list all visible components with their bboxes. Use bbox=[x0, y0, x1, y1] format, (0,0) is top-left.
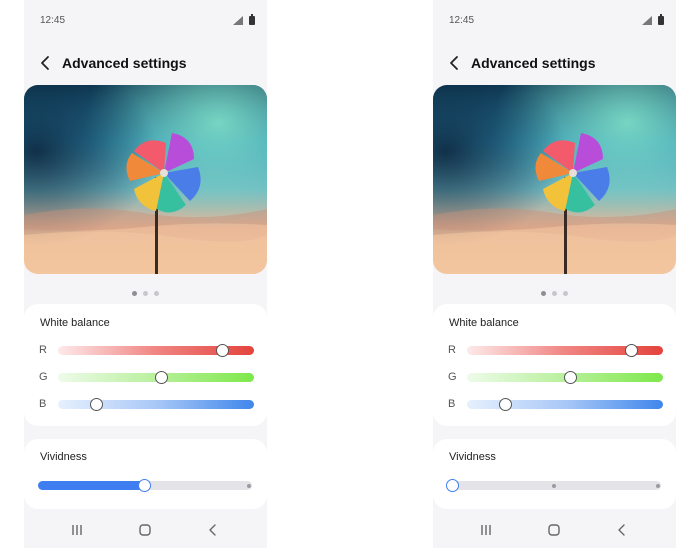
blue-slider-thumb[interactable] bbox=[90, 397, 104, 411]
red-slider[interactable] bbox=[58, 343, 254, 357]
vividness-stop-dot bbox=[655, 483, 660, 488]
green-slider-thumb[interactable] bbox=[154, 370, 168, 384]
pager-dot[interactable] bbox=[154, 291, 159, 296]
channel-label-r: R bbox=[448, 344, 456, 356]
header: Advanced settings bbox=[24, 52, 267, 74]
pager-dot[interactable] bbox=[143, 291, 148, 296]
navigation-bar bbox=[24, 519, 267, 541]
blue-slider[interactable] bbox=[467, 397, 663, 411]
vividness-slider-thumb[interactable] bbox=[446, 478, 460, 492]
pager-dots bbox=[24, 283, 267, 296]
white-balance-card: White balance R G B bbox=[24, 304, 267, 426]
status-time: 12:45 bbox=[449, 15, 475, 26]
signal-icon bbox=[642, 16, 652, 25]
vividness-stop-dot bbox=[552, 483, 556, 488]
back-arrow-icon[interactable] bbox=[38, 55, 54, 71]
slider-row-b: B bbox=[24, 396, 267, 414]
pager-dot[interactable] bbox=[541, 291, 546, 296]
pager-dot[interactable] bbox=[552, 291, 557, 296]
home-icon[interactable] bbox=[135, 522, 155, 538]
status-bar: 12:45 bbox=[24, 10, 267, 30]
back-icon[interactable] bbox=[203, 522, 223, 538]
page-title: Advanced settings bbox=[62, 55, 187, 71]
phone-screen-right: 12:45 Advanced settings White balance R … bbox=[433, 0, 676, 548]
home-icon[interactable] bbox=[544, 522, 564, 538]
channel-label-g: G bbox=[448, 371, 457, 383]
pager-dot[interactable] bbox=[563, 291, 568, 296]
status-time: 12:45 bbox=[40, 15, 66, 26]
signal-icon bbox=[233, 16, 243, 25]
slider-row-b: B bbox=[433, 396, 676, 414]
channel-label-r: R bbox=[39, 344, 47, 356]
blue-slider[interactable] bbox=[58, 397, 254, 411]
navigation-bar bbox=[433, 519, 676, 541]
vividness-label: Vividness bbox=[40, 451, 87, 463]
back-arrow-icon[interactable] bbox=[447, 55, 463, 71]
channel-label-g: G bbox=[39, 371, 48, 383]
preview-image[interactable] bbox=[24, 85, 267, 274]
vividness-fill bbox=[38, 481, 145, 490]
green-slider-thumb[interactable] bbox=[563, 370, 577, 384]
status-bar: 12:45 bbox=[433, 10, 676, 30]
channel-label-b: B bbox=[448, 398, 456, 410]
recents-icon[interactable] bbox=[67, 522, 87, 538]
vividness-card: Vividness bbox=[24, 439, 267, 509]
header: Advanced settings bbox=[433, 52, 676, 74]
white-balance-card: White balance R G B bbox=[433, 304, 676, 426]
vividness-slider[interactable] bbox=[446, 478, 661, 492]
white-balance-label: White balance bbox=[449, 317, 519, 329]
phone-screen-left: 12:45 Advanced settings White balance R … bbox=[24, 0, 267, 548]
vividness-label: Vividness bbox=[449, 451, 496, 463]
green-slider[interactable] bbox=[467, 370, 663, 384]
back-icon[interactable] bbox=[612, 522, 632, 538]
page-title: Advanced settings bbox=[471, 55, 596, 71]
preview-image[interactable] bbox=[433, 85, 676, 274]
vividness-stop-dot bbox=[246, 483, 251, 488]
pager-dot[interactable] bbox=[132, 291, 137, 296]
channel-label-b: B bbox=[39, 398, 47, 410]
vividness-slider[interactable] bbox=[38, 478, 252, 492]
slider-row-r: R bbox=[24, 342, 267, 360]
battery-icon bbox=[249, 14, 255, 25]
red-slider-thumb[interactable] bbox=[215, 343, 229, 357]
blue-slider-thumb[interactable] bbox=[499, 397, 513, 411]
red-slider-thumb[interactable] bbox=[624, 343, 638, 357]
vividness-card: Vividness bbox=[433, 439, 676, 509]
pager-dots bbox=[433, 283, 676, 296]
battery-icon bbox=[658, 14, 664, 25]
red-slider[interactable] bbox=[467, 343, 663, 357]
recents-icon[interactable] bbox=[476, 522, 496, 538]
slider-row-r: R bbox=[433, 342, 676, 360]
vividness-slider-thumb[interactable] bbox=[138, 478, 151, 492]
slider-row-g: G bbox=[24, 369, 267, 387]
white-balance-label: White balance bbox=[40, 317, 110, 329]
slider-row-g: G bbox=[433, 369, 676, 387]
green-slider[interactable] bbox=[58, 370, 254, 384]
